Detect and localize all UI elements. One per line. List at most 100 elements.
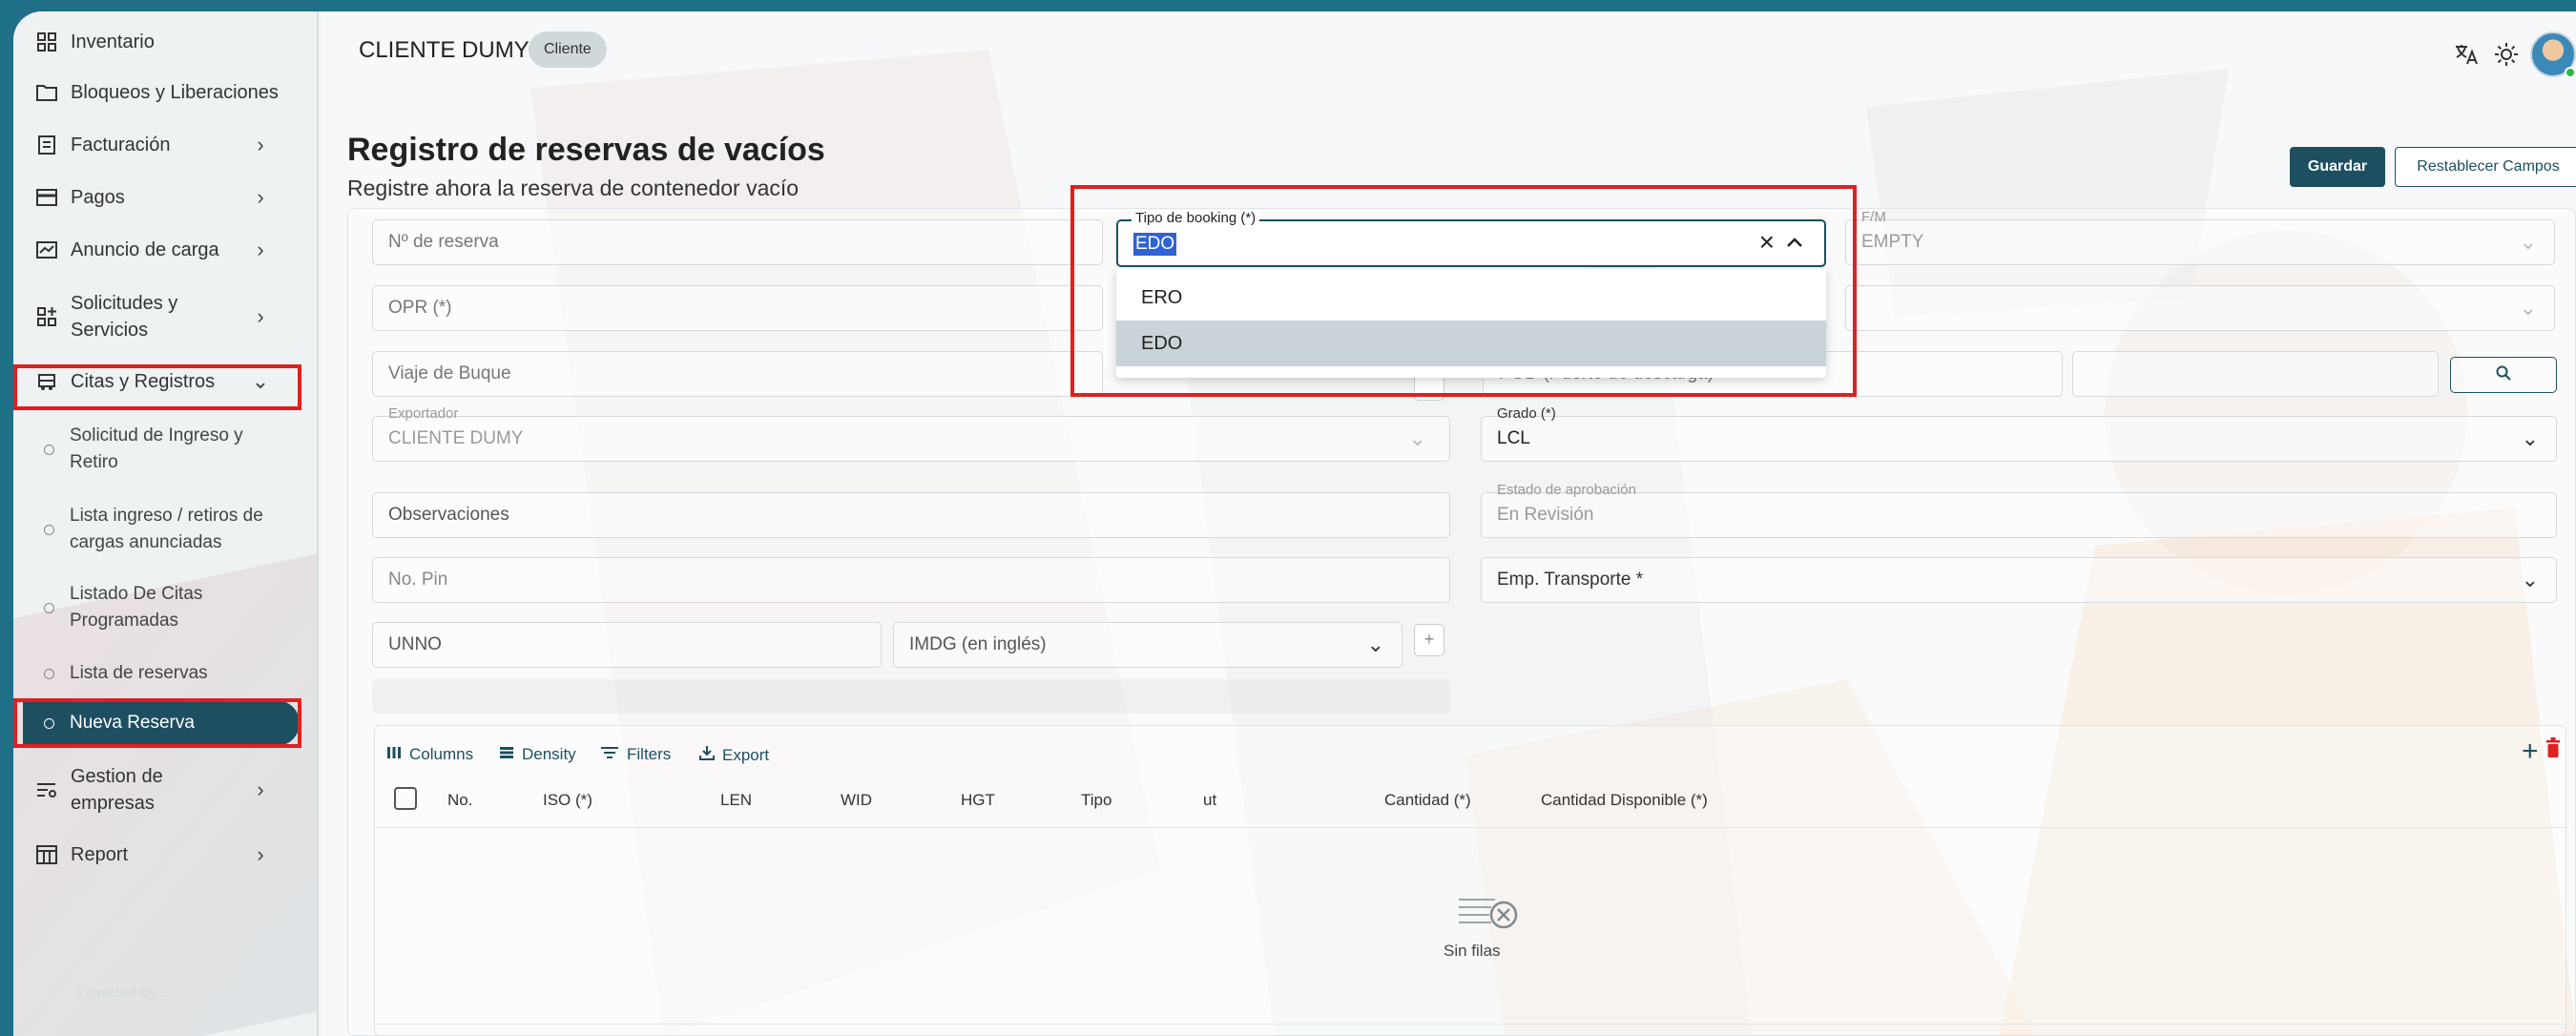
sidebar-subitem-lista-reservas[interactable]: Lista de reservas (13, 658, 309, 689)
column-header-ut[interactable]: ut (1203, 791, 1216, 810)
transport-company-select[interactable]: Emp. Transporte * ⌄ (1481, 557, 2557, 603)
column-header-no[interactable]: No. (447, 791, 472, 810)
exporter-field[interactable]: Exportador CLIENTE DUMY ⌄ (372, 405, 1450, 462)
pod-code-field[interactable] (2072, 351, 2439, 397)
sun-icon[interactable] (2492, 40, 2521, 69)
chevron-down-icon: ⌄ (2521, 568, 2539, 591)
sidebar: Inventario Bloqueos y Liberaciones Factu… (13, 11, 319, 1036)
footer-divider (375, 1024, 2567, 1025)
chevron-down-icon: ⌄ (1408, 426, 1426, 450)
sidebar-item-inventario[interactable]: Inventario (13, 27, 309, 57)
app-frame: Inventario Bloqueos y Liberaciones Factu… (13, 11, 2576, 1036)
chevron-down-icon: ⌄ (1366, 632, 1384, 656)
invoice-icon (36, 135, 57, 155)
empty-rows-text: Sin filas (1444, 942, 1501, 960)
page-subtitle: Registre ahora la reserva de contenedor … (347, 176, 800, 200)
sidebar-item-citas[interactable]: Citas y Registros ⌄ (13, 366, 309, 397)
filter-icon (600, 746, 619, 764)
sidebar-item-anuncio[interactable]: Anuncio de carga › (13, 235, 309, 265)
observations-field[interactable]: Observaciones (372, 492, 1450, 538)
save-button[interactable]: Guardar (2290, 147, 2385, 187)
online-status-dot (2565, 67, 2576, 78)
chevron-up-icon[interactable] (1786, 229, 1803, 254)
search-button[interactable] (2450, 357, 2557, 393)
grid-icon (36, 31, 57, 52)
circle-bullet-icon (44, 668, 54, 679)
search-icon (2495, 364, 2512, 386)
sidebar-item-solicitudes[interactable]: Solicitudes y Servicios › (13, 288, 309, 345)
booking-type-options: ERO EDO (1116, 269, 1826, 378)
booking-option-edo[interactable]: EDO (1116, 321, 1826, 366)
fm-field[interactable]: F/M EMPTY ⌄ (1845, 209, 2555, 265)
circle-bullet-icon (44, 444, 54, 455)
density-button[interactable]: Density (499, 745, 576, 764)
sidebar-subitem-nueva-reserva[interactable]: Nueva Reserva (23, 700, 300, 746)
sidebar-item-label: Anuncio de carga (71, 239, 219, 260)
top-bar: CLIENTE DUMY Cliente (321, 11, 2576, 78)
column-header-iso[interactable]: ISO (*) (543, 791, 592, 810)
density-icon (499, 746, 514, 764)
sidebar-footer-text: Powered by... (76, 984, 169, 1001)
columns-button[interactable]: Columns (386, 745, 473, 764)
sidebar-subitem-listado-citas[interactable]: Listado De Citas Programadas (13, 580, 309, 635)
circle-bullet-icon (44, 717, 54, 729)
grade-select[interactable]: Grado (*) LCL ⌄ (1481, 405, 2557, 462)
unno-field[interactable]: UNNO (372, 622, 882, 668)
sidebar-item-label: Pagos (71, 187, 125, 208)
pin-field[interactable]: No. Pin (372, 557, 1450, 603)
sidebar-item-label: Citas y Registros (71, 371, 216, 392)
chevron-right-icon: › (257, 185, 264, 209)
sidebar-item-gestion[interactable]: Gestion de empresas › (13, 761, 309, 818)
sidebar-item-label: Gestion de empresas (71, 766, 163, 814)
containers-grid: Columns Density Filters Export + No. ISO… (374, 725, 2567, 1036)
column-header-hgt[interactable]: HGT (961, 791, 995, 810)
sidebar-item-bloqueos[interactable]: Bloqueos y Liberaciones (13, 77, 309, 108)
approval-status-field: Estado de aprobación En Revisión (1481, 482, 2557, 538)
imdg-select[interactable]: IMDG (en inglés) ⌄ (893, 622, 1402, 668)
column-header-cantidad-disponible[interactable]: Cantidad Disponible (*) (1541, 791, 1708, 810)
booking-type-select[interactable]: Tipo de booking (*) EDO × (1116, 210, 1826, 267)
sidebar-item-facturacion[interactable]: Facturación › (13, 130, 309, 160)
add-row-button[interactable]: + (2522, 736, 2539, 768)
sidebar-item-label: Solicitudes y Servicios (71, 293, 178, 341)
circle-bullet-icon (44, 524, 54, 535)
select-all-checkbox[interactable] (394, 787, 417, 810)
chevron-right-icon: › (257, 777, 264, 801)
chevron-down-icon: ⌄ (2519, 296, 2537, 320)
add-imdg-button[interactable]: + (1414, 624, 1444, 656)
sidebar-item-pagos[interactable]: Pagos › (13, 182, 309, 213)
booking-type-value[interactable]: EDO (1133, 233, 1177, 256)
column-header-tipo[interactable]: Tipo (1081, 791, 1111, 810)
trash-icon[interactable] (2546, 737, 2560, 758)
vessel-voyage-field[interactable]: Viaje de Buque (372, 351, 1103, 397)
sidebar-item-report[interactable]: Report › (13, 839, 309, 870)
circle-bullet-icon (44, 602, 54, 613)
filters-button[interactable]: Filters (600, 745, 671, 764)
chevron-right-icon: › (257, 842, 264, 866)
chevron-down-icon: ⌄ (2519, 230, 2537, 254)
column-header-len[interactable]: LEN (720, 791, 752, 810)
sidebar-subitem-lista-ingreso[interactable]: Lista ingreso / retiros de cargas anuncia… (13, 502, 309, 557)
translate-icon[interactable] (2452, 40, 2481, 69)
announcement-icon (36, 239, 57, 260)
truck-icon (36, 371, 57, 392)
sidebar-subitem-solicitud-ingreso[interactable]: Solicitud de Ingreso y Retiro (13, 422, 309, 477)
sidebar-item-label: Facturación (71, 135, 171, 155)
opr-extra-field[interactable]: ⌄ (1845, 285, 2555, 331)
export-button[interactable]: Export (699, 745, 769, 765)
column-header-wid[interactable]: WID (841, 791, 872, 810)
columns-icon (386, 746, 402, 764)
chevron-right-icon: › (257, 238, 264, 261)
booking-option-ero[interactable]: ERO (1116, 275, 1826, 321)
opr-field[interactable]: OPR (*) (372, 285, 1103, 331)
no-rows-icon (1457, 894, 1520, 932)
faded-field-row (372, 679, 1450, 714)
reset-fields-button[interactable]: Restablecer Campos (2395, 147, 2576, 187)
client-role-chip: Cliente (529, 31, 607, 68)
card-icon (36, 187, 57, 208)
reservation-number-field[interactable]: Nº de reserva (372, 219, 1103, 265)
chevron-right-icon: › (257, 304, 264, 328)
clear-icon[interactable]: × (1759, 227, 1775, 258)
main-content: CLIENTE DUMY Cliente Registro de reserva… (321, 11, 2576, 1036)
column-header-cantidad[interactable]: Cantidad (*) (1384, 791, 1471, 810)
